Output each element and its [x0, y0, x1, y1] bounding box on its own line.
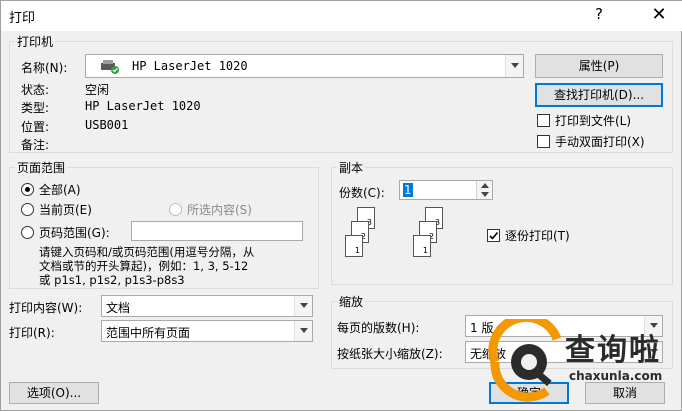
properties-button[interactable]: 属性(P) [535, 54, 663, 78]
current-page-radio[interactable] [21, 203, 34, 216]
manual-duplex-label[interactable]: 手动双面打印(X) [555, 133, 645, 150]
collate-label[interactable]: 逐份打印(T) [505, 227, 570, 244]
arrow-down-icon[interactable] [481, 192, 489, 197]
options-button[interactable]: 选项(O)... [9, 382, 99, 404]
find-printer-button[interactable]: 查找打印机(D)... [535, 83, 663, 107]
print-combo[interactable]: 范围中所有页面 [101, 320, 313, 342]
status-value: 空闲 [85, 83, 110, 97]
copies-count-value[interactable]: 1 [403, 183, 413, 197]
arrow-up-icon[interactable] [481, 183, 489, 188]
comment-label: 备注: [21, 138, 50, 152]
type-label: 类型: [21, 101, 50, 115]
printer-group-label: 打印机 [15, 33, 56, 50]
copies-group-label: 副本 [337, 159, 366, 176]
copies-count-label: 份数(C): [339, 186, 385, 200]
printer-icon [101, 60, 119, 74]
page-range-hint-3: 或 p1s1, p1s2, p1s3-p8s3 [39, 273, 185, 287]
print-what-label: 打印内容(W): [9, 301, 83, 315]
print-dialog: 打印 ? ✕ 打印机 名称(N): HP LaserJet 1020 属性(P)… [0, 0, 682, 411]
chevron-down-icon[interactable] [294, 296, 312, 316]
dialog-title: 打印 [9, 11, 36, 26]
page-range-label[interactable]: 页码范围(G): [39, 224, 110, 241]
page-range-input[interactable] [131, 221, 303, 241]
print-to-file-checkbox[interactable] [537, 114, 550, 127]
collate-checkbox[interactable] [487, 229, 500, 242]
location-value: USB001 [85, 118, 129, 132]
print-label: 打印(R): [9, 326, 55, 340]
collate-page-1b: 1 [413, 235, 431, 257]
print-what-value: 文档 [106, 301, 131, 315]
selection-label: 所选内容(S) [187, 203, 252, 217]
type-value: HP LaserJet 1020 [85, 99, 201, 113]
print-value: 范围中所有页面 [106, 326, 191, 340]
printer-name-label: 名称(N): [21, 61, 68, 75]
watermark-url: chaxunla.com [569, 369, 663, 383]
current-page-label[interactable]: 当前页(E) [39, 201, 92, 218]
scale-label: 按纸张大小缩放(Z): [337, 347, 443, 361]
help-icon[interactable]: ? [595, 5, 603, 23]
print-what-combo[interactable]: 文档 [101, 295, 313, 317]
copies-count-spinner[interactable]: 1 [399, 180, 493, 200]
selection-radio[interactable] [169, 203, 182, 216]
page-range-group-label: 页面范围 [15, 159, 68, 176]
spinner-arrows[interactable] [476, 181, 492, 199]
printer-name-value: HP LaserJet 1020 [132, 59, 248, 73]
zoom-group-label: 缩放 [337, 293, 366, 310]
manual-duplex-checkbox[interactable] [537, 135, 550, 148]
chevron-down-icon[interactable] [294, 321, 312, 341]
location-label: 位置: [21, 120, 50, 134]
close-icon[interactable]: ✕ [645, 3, 673, 29]
check-icon [489, 231, 499, 240]
watermark: 查询啦 chaxunla.com [487, 319, 677, 405]
all-pages-radio[interactable] [21, 183, 34, 196]
printer-name-combo[interactable]: HP LaserJet 1020 [85, 54, 524, 78]
status-label: 状态: [21, 83, 50, 97]
chevron-down-icon[interactable] [505, 55, 523, 77]
pages-per-sheet-label: 每页的版数(H): [337, 321, 420, 335]
page-range-radio[interactable] [21, 226, 34, 239]
print-to-file-label[interactable]: 打印到文件(L) [555, 112, 631, 129]
title-bar: 打印 ? ✕ [1, 1, 682, 31]
collate-page-1a: 1 [345, 235, 363, 257]
all-pages-label[interactable]: 全部(A) [39, 181, 81, 198]
watermark-text: 查询啦 [565, 333, 661, 368]
